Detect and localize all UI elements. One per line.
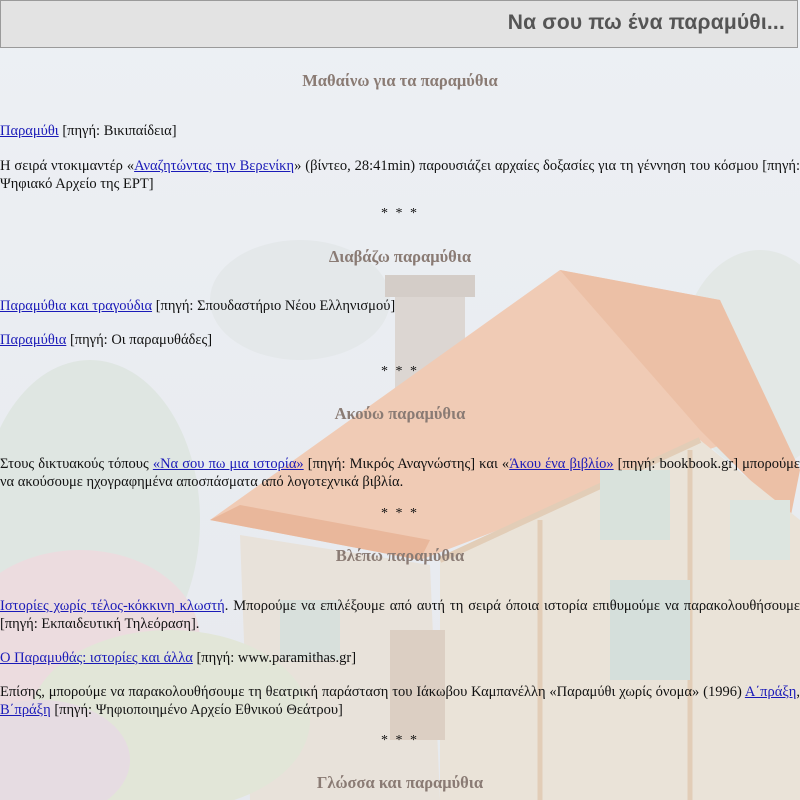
section-heading-read: Διαβάζω παραμύθια — [328, 247, 472, 266]
paragraph-watch-1: Ιστορίες χωρίς τέλος-κόκκινη κλωστή. Μπο… — [0, 597, 800, 633]
link-istories-xoris-telos[interactable]: Ιστορίες χωρίς τέλος-κόκκινη κλωστή — [0, 598, 225, 614]
source-note: [πηγή: Οι παραμυθάδες] — [66, 332, 213, 348]
paragraph-text: , — [796, 684, 800, 700]
paragraph-listen-1: Στους δικτυακούς τόπους «Να σου πω μια ι… — [0, 455, 800, 491]
section-heading-learn: Μαθαίνω για τα παραμύθια — [302, 71, 498, 90]
header-bar: Να σου πω ένα παραμύθι... — [0, 0, 798, 48]
paragraph-watch-2: Ο Παραμυθάς: ιστορίες και άλλα [πηγή: ww… — [0, 649, 800, 667]
page-content: Να σου πω ένα παραμύθι... Μαθαίνω για τα… — [0, 0, 800, 800]
paragraph-read-1: Παραμύθια και τραγούδια [πηγή: Σπουδαστή… — [0, 297, 800, 315]
link-akou-ena-vivlio[interactable]: Άκου ένα βιβλίο» — [509, 456, 613, 472]
source-note: [πηγή: Βικιπαίδεια] — [58, 123, 177, 139]
link-na-sou-po-mia-istoria[interactable]: «Να σου πω μια ιστορία» — [153, 456, 304, 472]
separator: * * * — [381, 733, 419, 748]
paragraph-learn-2: Η σειρά ντοκιμαντέρ «Αναζητώντας την Βερ… — [0, 157, 800, 193]
paragraph-watch-3: Επίσης, μπορούμε να παρακολουθήσουμε τη … — [0, 683, 800, 719]
paragraph-text: [πηγή: Μικρός Αναγνώστης] και « — [303, 456, 510, 472]
paragraph-text: [πηγή: Ψηφιοποιημένο Αρχείο Εθνικού Θεάτ… — [50, 702, 343, 718]
paragraph-read-2: Παραμύθια [πηγή: Οι παραμυθάδες] — [0, 331, 800, 349]
link-paramythia-kai-tragoudia[interactable]: Παραμύθια και τραγούδια — [0, 298, 152, 314]
separator: * * * — [381, 506, 419, 521]
paragraph-text: Η σειρά ντοκιμαντέρ « — [0, 158, 135, 174]
paragraph-text: Στους δικτυακούς τόπους — [0, 456, 153, 472]
separator: * * * — [381, 206, 419, 221]
page-title: Να σου πω ένα παραμύθι... — [507, 11, 785, 34]
link-anazitontas-verenikh[interactable]: Αναζητώντας την Βερενίκη — [134, 158, 294, 174]
section-heading-listen: Ακούω παραμύθια — [334, 404, 466, 423]
link-paramythi[interactable]: Παραμύθι — [0, 123, 59, 139]
link-o-paramythas[interactable]: Ο Παραμυθάς: ιστορίες και άλλα — [0, 650, 193, 666]
link-paramythia[interactable]: Παραμύθια — [0, 332, 66, 348]
paragraph-text: Επίσης, μπορούμε να παρακολουθήσουμε τη … — [0, 684, 745, 700]
section-heading-watch: Βλέπω παραμύθια — [335, 546, 465, 565]
paragraph-learn-1: Παραμύθι [πηγή: Βικιπαίδεια] — [0, 122, 800, 140]
section-heading-language: Γλώσσα και παραμύθια — [316, 773, 484, 792]
link-b-praxi[interactable]: Β΄πράξη — [0, 702, 51, 718]
link-a-praxi[interactable]: Α΄πράξη — [745, 684, 797, 700]
source-note: [πηγή: Σπουδαστήριο Νέου Ελληνισμού] — [152, 298, 396, 314]
separator: * * * — [381, 364, 419, 379]
source-note: [πηγή: www.paramithas.gr] — [192, 650, 357, 666]
